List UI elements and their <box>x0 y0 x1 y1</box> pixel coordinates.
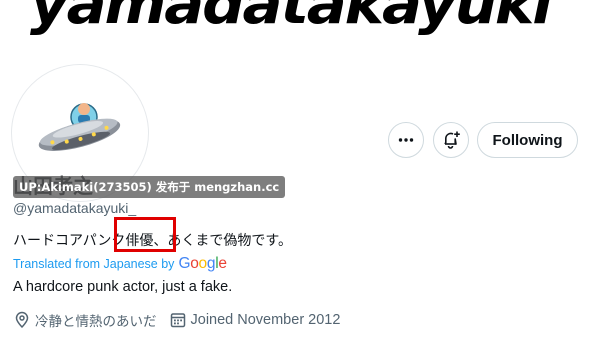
highlight-annotation <box>114 217 176 252</box>
translated-by-link[interactable]: Translated from Japanese by Google <box>13 255 227 273</box>
google-logo: Google <box>178 255 227 272</box>
banner-artwork-text: yamadatakayuki <box>30 0 553 37</box>
joined-date: Joined November 2012 <box>190 312 341 328</box>
profile-meta: 冷静と情熱のあいだ Joined November 2012 <box>13 310 352 330</box>
watermark-overlay: UP:Akimaki(273505) 发布于 mengzhan.cc <box>13 176 286 198</box>
location-item: 冷静と情熱のあいだ <box>13 310 157 330</box>
following-button[interactable]: Following <box>477 122 578 158</box>
bio-translation: A hardcore punk actor, just a fake. <box>13 279 233 295</box>
more-horizontal-icon <box>398 138 414 142</box>
translated-label: Translated from Japanese by <box>13 257 175 271</box>
more-options-button[interactable] <box>388 122 424 158</box>
notify-button[interactable] <box>433 122 469 158</box>
username-handle: @yamadatakayuki_ <box>13 200 137 216</box>
location-pin-icon <box>15 311 29 329</box>
bell-plus-icon <box>444 131 460 149</box>
calendar-icon <box>170 313 185 328</box>
joined-item: Joined November 2012 <box>169 311 341 329</box>
location-text: 冷静と情熱のあいだ <box>35 314 157 330</box>
